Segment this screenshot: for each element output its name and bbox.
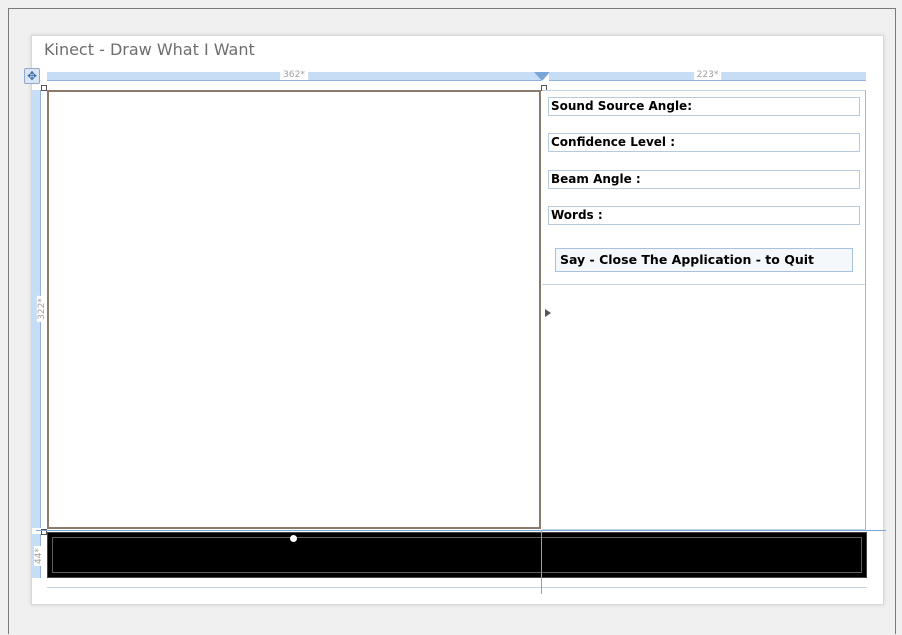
- column-ruler-2[interactable]: 223*: [549, 70, 866, 81]
- column-splitter-icon[interactable]: [534, 72, 550, 81]
- row-height-label: 44*: [33, 546, 44, 566]
- status-bar-black: [47, 532, 867, 578]
- window-title: Kinect - Draw What I Want: [44, 40, 255, 59]
- panel-divider: [542, 284, 865, 285]
- row-height-label: 322*: [36, 296, 47, 322]
- column-ruler-1[interactable]: 362*: [47, 70, 541, 81]
- row-ruler-2[interactable]: 44*: [32, 534, 44, 578]
- beam-angle-label: Beam Angle :: [548, 170, 860, 189]
- row-gridline: [47, 587, 867, 588]
- column-width-label: 362*: [280, 70, 308, 80]
- words-label: Words :: [548, 206, 860, 225]
- column-width-label: 223*: [693, 70, 722, 80]
- row-ruler-1[interactable]: 322*: [32, 90, 47, 528]
- column-gridline: [541, 530, 542, 594]
- status-bar-inner-border: [52, 537, 862, 573]
- quit-instruction-label: Say - Close The Application - to Quit: [555, 248, 853, 272]
- grid-handle-dot[interactable]: [290, 535, 297, 542]
- move-icon[interactable]: ✥: [24, 68, 40, 84]
- confidence-level-label: Confidence Level :: [548, 133, 860, 152]
- triangle-right-icon[interactable]: [545, 309, 551, 317]
- info-panel: Sound Source Angle: Confidence Level : B…: [542, 90, 866, 530]
- drawing-canvas[interactable]: [47, 90, 541, 529]
- row-gridline: [36, 530, 886, 531]
- sound-source-angle-label: Sound Source Angle:: [548, 97, 860, 116]
